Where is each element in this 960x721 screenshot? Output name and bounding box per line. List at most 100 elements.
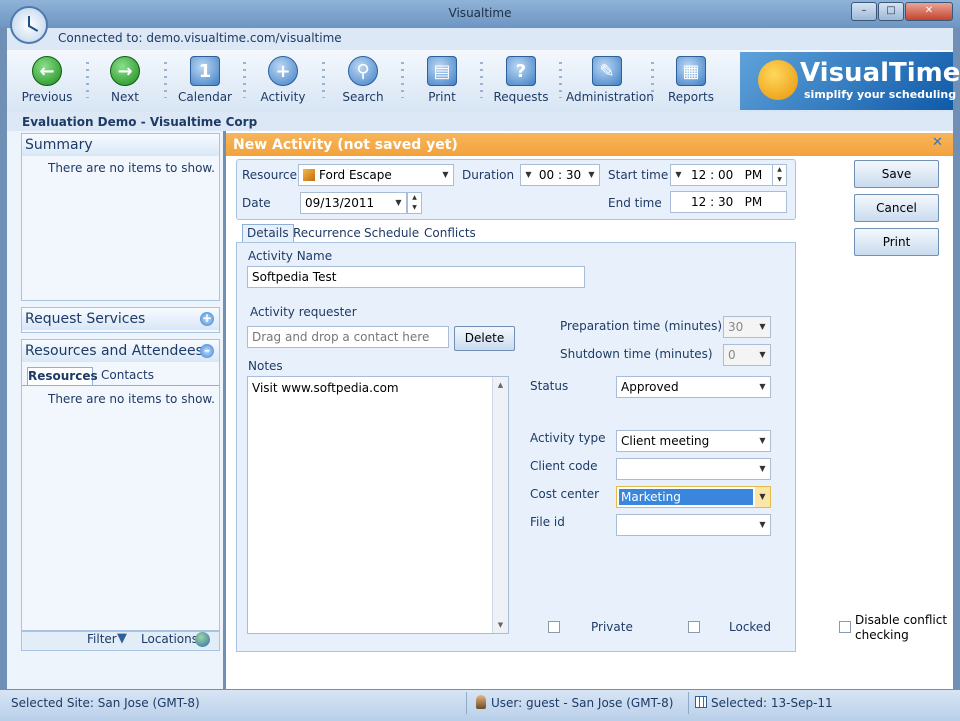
date-spin-icon[interactable]: ▲ ▼ — [407, 192, 422, 214]
status-divider — [688, 692, 689, 714]
status-select[interactable]: Approved ▼ — [616, 376, 771, 398]
activity-name-input[interactable]: Softpedia Test — [247, 266, 585, 288]
activity-type-select[interactable]: Client meeting ▼ — [616, 430, 771, 452]
close-button[interactable]: ✕ — [905, 2, 953, 21]
chevron-down-icon[interactable]: ▼ — [584, 165, 599, 185]
locked-checkbox[interactable] — [688, 621, 700, 633]
end-time-input[interactable]: 12 : 30 PM — [670, 191, 787, 213]
toolbar-divider — [559, 62, 562, 98]
status-site: Selected Site: San Jose (GMT-8) — [11, 696, 200, 710]
connection-text: Connected to: demo.visualtime.com/visual… — [58, 31, 342, 45]
chevron-down-icon[interactable]: ▼ — [755, 345, 770, 365]
chevron-up-icon[interactable]: ▲ — [493, 377, 508, 393]
summary-empty: There are no items to show. — [48, 161, 215, 175]
file-id-label: File id — [530, 515, 565, 529]
shutdown-label: Shutdown time (minutes) — [560, 347, 713, 361]
private-checkbox[interactable] — [548, 621, 560, 633]
cancel-button[interactable]: Cancel — [854, 194, 939, 222]
clock-icon[interactable] — [10, 6, 48, 44]
collapse-circle-icon[interactable]: – — [200, 344, 214, 358]
print-button[interactable]: Print — [854, 228, 939, 256]
private-label: Private — [591, 620, 633, 634]
activity-button[interactable]: + Activity — [248, 56, 318, 104]
disable-conflict-label-2: checking — [855, 628, 909, 642]
search-button[interactable]: ⚲ Search — [328, 56, 398, 104]
request-services-panel[interactable]: Request Services — [21, 307, 220, 333]
save-button[interactable]: Save — [854, 160, 939, 188]
locations-link[interactable]: Locations — [141, 632, 198, 646]
resources-title: Resources and Attendees — [22, 340, 219, 362]
requests-button[interactable]: ? Requests — [486, 56, 556, 104]
print-toolbar-button[interactable]: ▤ Print — [407, 56, 477, 104]
spin-updown-icon[interactable]: ▲ ▼ — [772, 165, 786, 185]
next-button[interactable]: → Next — [90, 56, 160, 104]
close-icon[interactable]: ✕ — [932, 135, 943, 150]
chevron-down-icon[interactable]: ▼ — [755, 431, 770, 451]
tab-details[interactable]: Details — [242, 224, 294, 243]
calendar-button[interactable]: 1 Calendar — [170, 56, 240, 104]
toolbar-divider — [164, 62, 167, 98]
duration-label: Duration — [462, 168, 515, 182]
activity-type-label: Activity type — [530, 431, 606, 445]
administration-button[interactable]: ✎ Administration — [566, 56, 654, 104]
cost-center-select[interactable]: Marketing ▼ — [616, 486, 771, 508]
arrow-right-icon: → — [110, 56, 140, 86]
scrollbar[interactable]: ▲ ▼ — [492, 377, 508, 633]
chevron-down-icon[interactable]: ▼ — [755, 487, 770, 507]
start-time-label: Start time — [608, 168, 669, 182]
chevron-down-icon[interactable]: ▼ — [493, 617, 508, 633]
funnel-icon[interactable]: ▼ — [117, 631, 127, 646]
chevron-down-icon[interactable]: ▼ — [755, 459, 770, 479]
window-title: Visualtime — [448, 6, 512, 20]
logo-tagline: simplify your scheduling — [804, 88, 957, 101]
tab-conflicts[interactable]: Conflicts — [420, 225, 480, 241]
status-label: Status — [530, 379, 569, 393]
filter-link[interactable]: Filter — [87, 632, 117, 646]
tab-schedule[interactable]: Schedule — [360, 225, 423, 241]
prep-select[interactable]: 30 ▼ — [723, 316, 771, 338]
toolbar-divider — [651, 62, 654, 98]
disable-conflict-checkbox[interactable] — [839, 621, 851, 633]
delete-button[interactable]: Delete — [454, 326, 515, 351]
previous-button[interactable]: ← Previous — [12, 56, 82, 104]
requester-input[interactable]: Drag and drop a contact here — [247, 326, 449, 348]
disable-conflict-label: Disable conflict — [855, 613, 948, 627]
chevron-down-icon[interactable]: ▼ — [391, 193, 406, 213]
resource-select[interactable]: Ford Escape ▼ — [298, 164, 454, 186]
chevron-down-icon[interactable]: ▼ — [671, 165, 686, 185]
file-id-select[interactable]: ▼ — [616, 514, 771, 536]
status-divider — [466, 692, 467, 714]
resource-label: Resource — [242, 168, 298, 182]
client-code-label: Client code — [530, 459, 598, 473]
tab-contacts[interactable]: Contacts — [101, 368, 154, 382]
arrow-left-icon: ← — [32, 56, 62, 86]
grid-icon: ▦ — [676, 56, 706, 86]
chevron-down-icon[interactable]: ▼ — [755, 515, 770, 535]
chevron-down-icon[interactable]: ▼ — [521, 165, 536, 185]
client-code-select[interactable]: ▼ — [616, 458, 771, 480]
chevron-down-icon[interactable]: ▼ — [755, 377, 770, 397]
chevron-down-icon[interactable]: ▼ — [755, 317, 770, 337]
activity-title: New Activity (not saved yet) — [233, 137, 458, 153]
notes-textarea[interactable]: Visit www.softpedia.com ▲ ▼ — [247, 376, 509, 634]
chevron-down-icon[interactable]: ▼ — [438, 165, 453, 185]
end-time-label: End time — [608, 196, 662, 210]
request-services-title: Request Services — [22, 308, 219, 330]
activity-name-label: Activity Name — [248, 249, 333, 263]
reports-button[interactable]: ▦ Reports — [656, 56, 726, 104]
add-circle-icon[interactable]: + — [200, 312, 214, 326]
maximize-button[interactable]: □ — [878, 2, 904, 21]
cost-center-label: Cost center — [530, 487, 600, 501]
minimize-button[interactable]: – — [851, 2, 877, 21]
printer-icon: ▤ — [427, 56, 457, 86]
summary-title: Summary — [22, 134, 219, 156]
globe-icon[interactable] — [195, 632, 210, 647]
status-user: User: guest - San Jose (GMT-8) — [491, 696, 674, 710]
start-time-input[interactable]: ▼ 12 : 00 PM ▲ ▼ — [670, 164, 787, 186]
tab-recurrence[interactable]: Recurrence — [289, 225, 365, 241]
tab-resources[interactable]: Resources — [27, 367, 98, 385]
date-input[interactable]: 09/13/2011 ▼ — [300, 192, 407, 214]
duration-input[interactable]: ▼ 00 : 30 ▼ — [520, 164, 600, 186]
shutdown-select[interactable]: 0 ▼ — [723, 344, 771, 366]
locked-label: Locked — [729, 620, 771, 634]
